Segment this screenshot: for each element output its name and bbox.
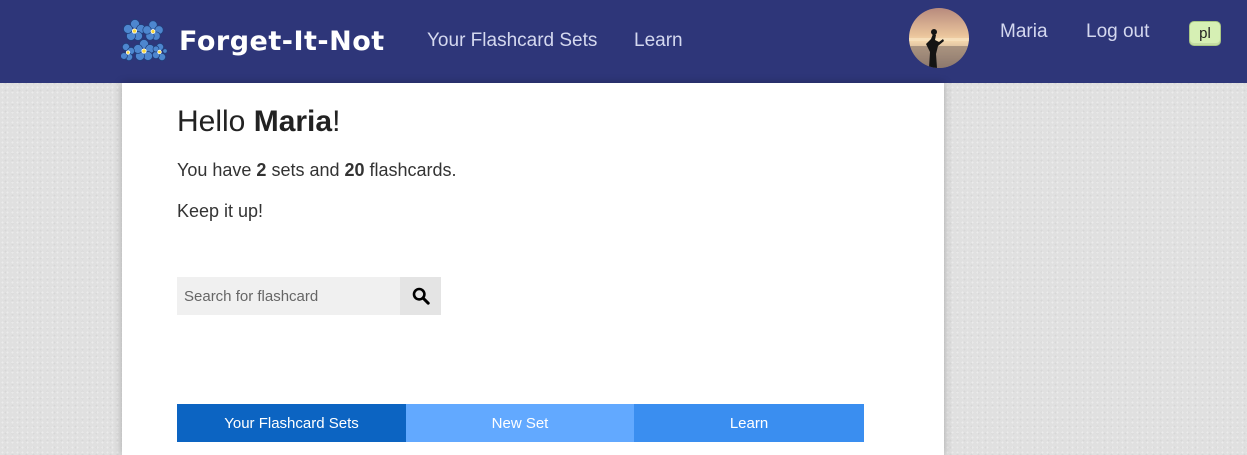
language-switch-button[interactable]: pl — [1189, 21, 1221, 46]
greeting-user-name: Maria — [253, 105, 333, 138]
stats-summary: You have 2 sets and 20 flashcards. — [177, 160, 457, 181]
flashcard-search-form — [177, 277, 441, 315]
user-avatar[interactable] — [909, 8, 969, 68]
sets-count: 2 — [256, 160, 267, 180]
brand-home-link[interactable]: Forget-It-Not — [121, 16, 385, 66]
search-input[interactable] — [177, 277, 400, 315]
greeting-prefix: Hello — [177, 105, 254, 138]
nav-link-learn[interactable]: Learn — [634, 30, 683, 52]
section-tabs: Your Flashcard Sets New Set Learn — [177, 404, 864, 442]
tab-new-set[interactable]: New Set — [406, 404, 634, 442]
page-greeting: Hello Maria! — [177, 105, 340, 139]
forget-me-not-flower-icon — [121, 19, 167, 61]
stats-middle: sets and — [266, 160, 345, 180]
flashcards-count: 20 — [344, 160, 365, 180]
top-navbar: Forget-It-Not Your Flashcard Sets Learn … — [0, 0, 1247, 83]
search-button[interactable] — [400, 277, 441, 315]
tab-learn[interactable]: Learn — [634, 404, 864, 442]
brand-name: Forget-It-Not — [179, 25, 385, 57]
greeting-suffix: ! — [332, 105, 341, 138]
search-icon — [412, 287, 430, 305]
stats-suffix: flashcards. — [364, 160, 457, 180]
tab-flashcard-sets[interactable]: Your Flashcard Sets — [177, 404, 406, 442]
stats-prefix: You have — [177, 160, 257, 180]
nav-link-logout[interactable]: Log out — [1086, 21, 1149, 43]
nav-link-flashcard-sets[interactable]: Your Flashcard Sets — [427, 30, 597, 52]
main-content-panel: Hello Maria! You have 2 sets and 20 flas… — [122, 83, 944, 455]
encouragement-text: Keep it up! — [177, 201, 264, 221]
nav-link-user-profile[interactable]: Maria — [1000, 21, 1048, 43]
